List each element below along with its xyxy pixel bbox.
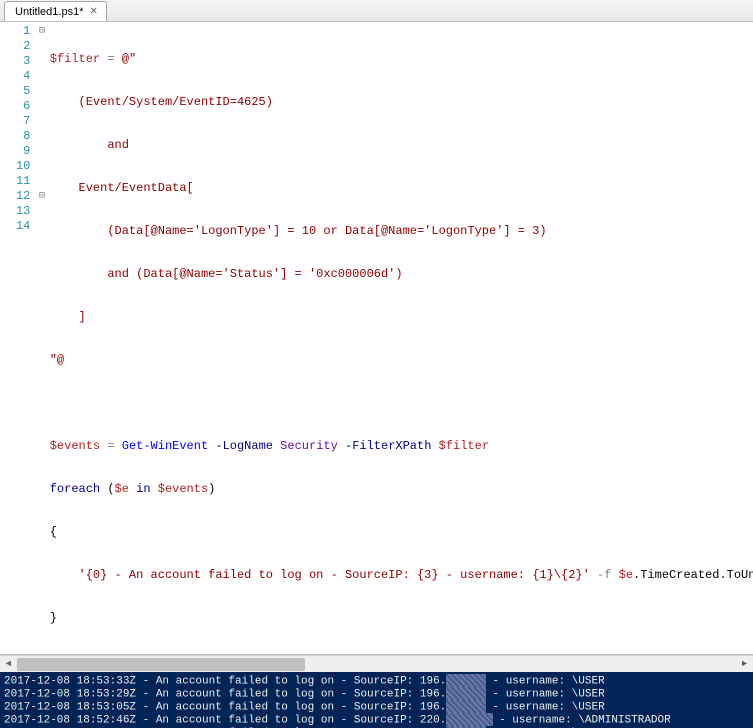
line-number: 2 — [0, 39, 30, 54]
line-number: 5 — [0, 84, 30, 99]
code-token: $filter — [50, 52, 100, 66]
redacted-ip — [446, 700, 486, 713]
line-number: 3 — [0, 54, 30, 69]
line-number: 10 — [0, 159, 30, 174]
line-number: 4 — [0, 69, 30, 84]
close-icon[interactable]: ✕ — [90, 6, 98, 17]
tab-title: Untitled1.ps1* — [15, 6, 84, 18]
line-number: 11 — [0, 174, 30, 189]
console-line: 2017-12-08 18:53:33Z - An account failed… — [4, 674, 749, 687]
line-number: 12 — [0, 189, 30, 204]
line-number: 8 — [0, 129, 30, 144]
fold-column: ⊟ ⊟ — [36, 22, 47, 654]
console-line: 2017-12-08 18:52:46Z - An account failed… — [4, 713, 749, 726]
code-body[interactable]: $filter = @" (Event/System/EventID=4625)… — [48, 22, 753, 654]
line-number: 9 — [0, 144, 30, 159]
scroll-right-icon[interactable]: ► — [736, 656, 753, 673]
line-number: 13 — [0, 204, 30, 219]
redacted-ip — [446, 674, 486, 687]
console-output[interactable]: 2017-12-08 18:53:33Z - An account failed… — [0, 672, 753, 728]
fold-toggle-icon[interactable]: ⊟ — [36, 189, 47, 204]
code-editor[interactable]: 1234567891011121314 ⊟ ⊟ $filter = @" (Ev… — [0, 22, 753, 655]
scroll-left-icon[interactable]: ◄ — [0, 656, 17, 673]
tab-bar: Untitled1.ps1* ✕ — [0, 0, 753, 22]
line-number: 14 — [0, 219, 30, 234]
scroll-thumb[interactable] — [17, 658, 305, 671]
line-number: 6 — [0, 99, 30, 114]
redacted-ip — [446, 687, 486, 700]
console-line: 2017-12-08 18:53:05Z - An account failed… — [4, 700, 749, 713]
line-number-gutter: 1234567891011121314 — [0, 22, 36, 654]
fold-toggle-icon[interactable]: ⊟ — [36, 24, 47, 39]
horizontal-scrollbar[interactable]: ◄ ► — [0, 655, 753, 672]
line-number: 1 — [0, 24, 30, 39]
redacted-ip — [446, 713, 492, 726]
editor-tab[interactable]: Untitled1.ps1* ✕ — [4, 1, 107, 21]
console-line: 2017-12-08 18:53:29Z - An account failed… — [4, 687, 749, 700]
scroll-track[interactable] — [17, 656, 736, 673]
line-number: 7 — [0, 114, 30, 129]
